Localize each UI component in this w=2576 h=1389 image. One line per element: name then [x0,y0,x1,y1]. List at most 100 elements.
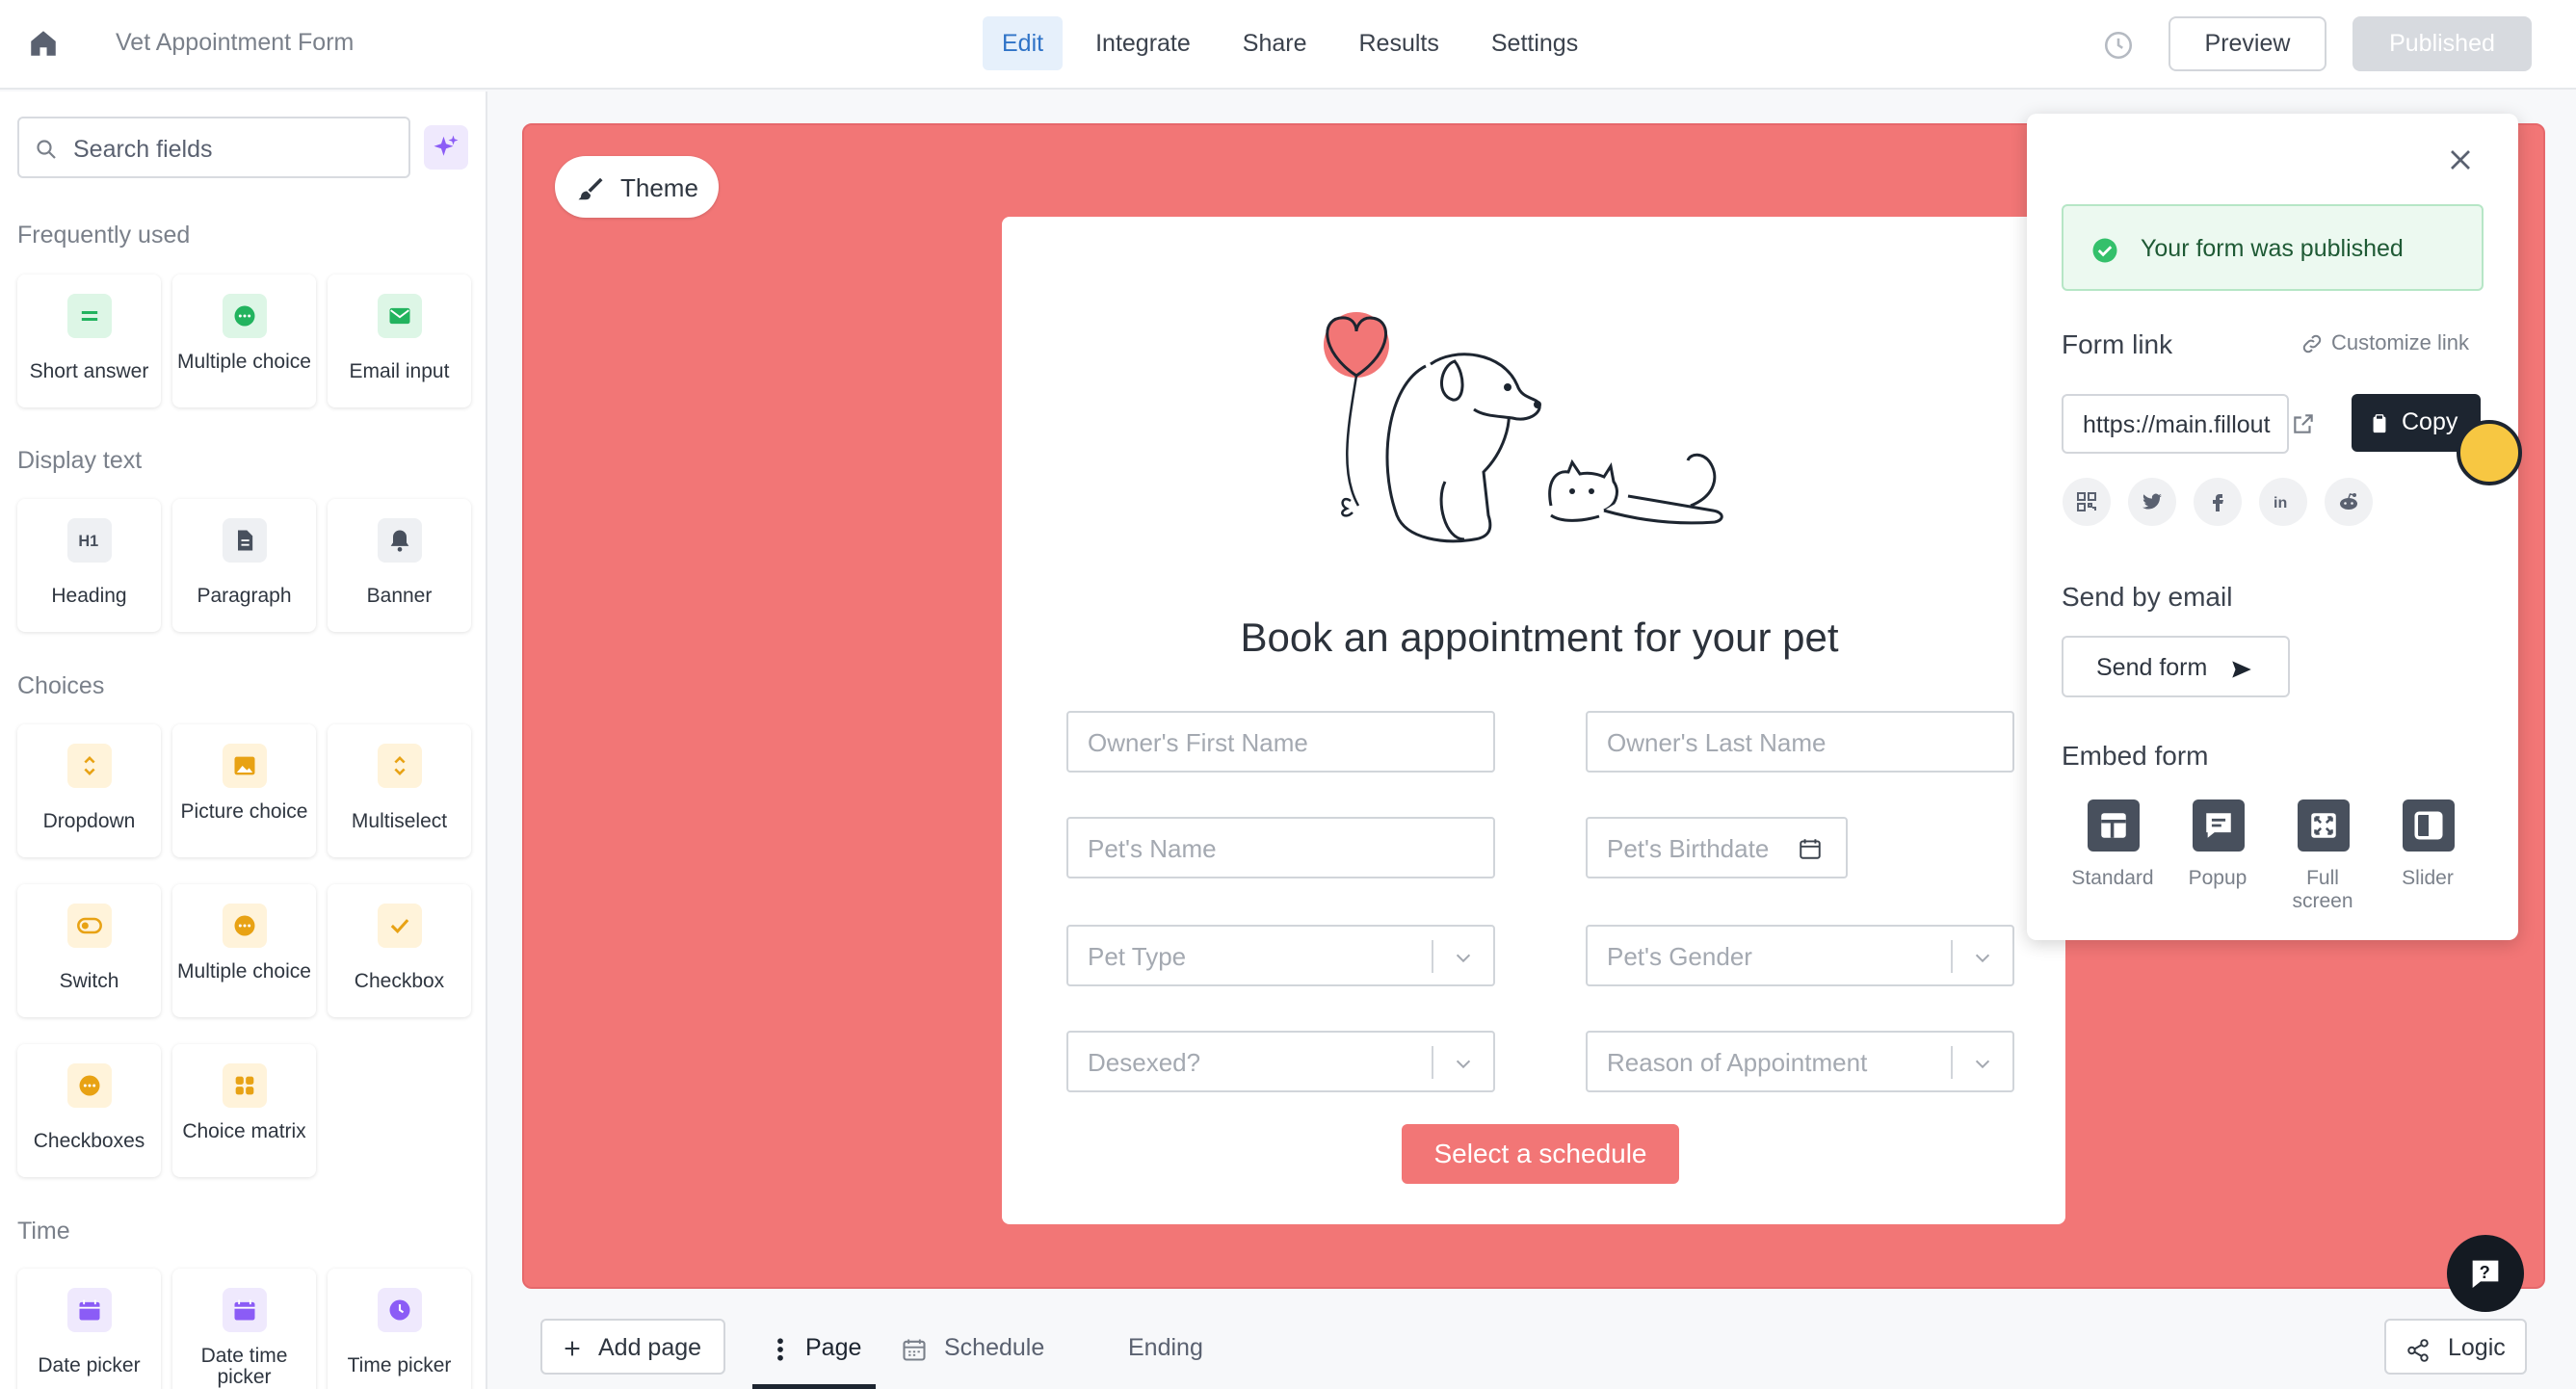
embed-form-heading: Embed form [2062,741,2209,771]
form-link-input[interactable]: https://main.fillout [2062,394,2289,454]
history-icon[interactable] [2102,29,2135,62]
add-page-button[interactable]: Add page [540,1319,725,1375]
linkedin-share-button[interactable]: in [2259,478,2307,526]
tab-integrate[interactable]: Integrate [1076,16,1210,70]
home-icon[interactable] [27,27,60,60]
grid-icon [235,1076,254,1095]
field-picture-choice[interactable]: Picture choice [172,724,316,857]
published-button[interactable]: Published [2353,16,2532,71]
logic-button[interactable]: Logic [2384,1319,2527,1375]
tab-settings[interactable]: Settings [1472,16,1597,70]
cursor-indicator [2457,420,2522,485]
pet-birthdate-field[interactable]: Pet's Birthdate [1586,817,1848,878]
twitter-icon [2142,493,2162,510]
reddit-share-button[interactable] [2325,478,2373,526]
dropdown-icon [84,756,95,775]
owner-first-name-field[interactable]: Owner's First Name [1066,711,1495,773]
field-palette-sidebar: Search fields Frequently used Short answ… [0,92,487,1389]
field-multiple-choice[interactable]: Multiple choice [172,275,316,407]
qr-code-icon [2077,492,2096,511]
send-form-button[interactable]: Send form [2062,636,2290,697]
popup-icon [2206,813,2231,838]
link-icon [2302,334,2322,354]
pet-illustration [1324,312,1723,543]
send-icon [2232,661,2251,678]
close-icon[interactable] [2443,143,2478,177]
help-chat-button[interactable]: ? [2447,1235,2524,1312]
field-dropdown[interactable]: Dropdown [17,724,161,857]
email-icon [389,307,410,325]
field-paragraph[interactable]: Paragraph [172,499,316,632]
clock-icon [389,1299,410,1321]
heading-icon: H1 [78,533,98,550]
page-tab-schedule[interactable]: Schedule [944,1334,1044,1362]
field-time-picker[interactable]: Time picker [328,1269,471,1389]
section-frequently-used: Frequently used [17,222,191,249]
ai-sparkle-button[interactable] [424,125,468,170]
short-answer-icon [81,311,98,321]
desexed-select[interactable]: Desexed? [1066,1031,1495,1092]
checkmark-icon [390,919,409,934]
field-checkboxes[interactable]: Checkboxes [17,1044,161,1177]
published-success-banner: Your form was published [2062,204,2484,291]
calendar-icon [79,1299,100,1321]
page-tab-page[interactable]: Page [805,1334,861,1362]
preview-button[interactable]: Preview [2169,16,2326,71]
chevron-down-icon [1456,1060,1471,1069]
more-vertical-icon[interactable] [769,1335,792,1364]
standard-layout-icon [2101,813,2126,838]
svg-text:in: in [2274,495,2287,511]
section-display-text: Display text [17,447,143,474]
field-multiselect[interactable]: Multiselect [328,724,471,857]
picture-icon [234,756,255,775]
reason-select[interactable]: Reason of Appointment [1586,1031,2014,1092]
sparkle-icon [434,135,459,156]
bell-icon [390,530,409,552]
external-link-icon[interactable] [2289,396,2329,452]
select-schedule-button[interactable]: Select a schedule [1402,1124,1679,1184]
chevron-down-icon [1975,1060,1990,1069]
owner-last-name-field[interactable]: Owner's Last Name [1586,711,2014,773]
field-date-picker[interactable]: Date picker [17,1269,161,1389]
calendar-icon [1800,839,1821,859]
search-placeholder: Search fields [73,136,213,163]
field-heading[interactable]: H1 Heading [17,499,161,632]
field-banner[interactable]: Banner [328,499,471,632]
field-email-input[interactable]: Email input [328,275,471,407]
multiple-choice-icon [234,305,255,327]
pet-gender-select[interactable]: Pet's Gender [1586,925,2014,986]
main-nav: Edit Integrate Share Results Settings [983,16,1611,70]
fullscreen-icon [2311,813,2336,838]
qr-code-button[interactable] [2063,478,2111,526]
form-heading: Book an appointment for your pet [1240,615,1839,660]
form-link-heading: Form link [2062,329,2173,359]
page-bar [489,1308,2576,1389]
facebook-share-button[interactable] [2194,478,2242,526]
checkboxes-icon [79,1075,100,1096]
tab-results[interactable]: Results [1340,16,1459,70]
field-date-time-picker[interactable]: Date time picker [172,1269,316,1389]
page-tab-ending[interactable]: Ending [1128,1334,1203,1362]
search-icon [37,140,56,159]
tab-edit[interactable]: Edit [983,16,1064,70]
active-tab-indicator [752,1384,876,1389]
field-switch[interactable]: Switch [17,884,161,1017]
field-checkbox[interactable]: Checkbox [328,884,471,1017]
theme-button[interactable]: Theme [555,156,719,218]
form-title[interactable]: Vet Appointment Form [116,29,354,57]
chevron-down-icon [1975,954,1990,963]
pet-type-select[interactable]: Pet Type [1066,925,1495,986]
clipboard-icon [2373,414,2386,433]
slider-panel-icon [2414,811,2443,840]
tab-share[interactable]: Share [1223,16,1327,70]
search-fields-input[interactable]: Search fields [17,117,410,178]
field-short-answer[interactable]: Short answer [17,275,161,407]
pet-name-field[interactable]: Pet's Name [1066,817,1495,878]
section-choices: Choices [17,672,105,699]
field-choice-matrix[interactable]: Choice matrix [172,1044,316,1177]
field-multiple-choice-2[interactable]: Multiple choice [172,884,316,1017]
paragraph-icon [238,530,253,551]
twitter-share-button[interactable] [2128,478,2176,526]
svg-text:H1: H1 [78,533,98,550]
section-time: Time [17,1218,70,1245]
